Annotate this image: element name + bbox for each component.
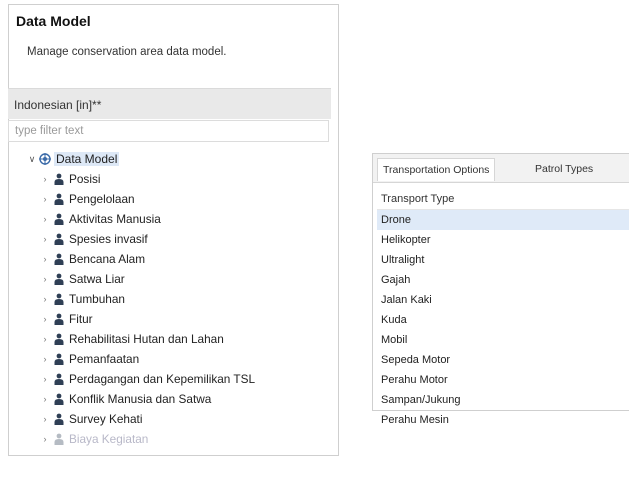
person-icon	[54, 333, 64, 345]
person-icon	[54, 273, 64, 285]
chevron-right-icon[interactable]: ›	[40, 254, 50, 264]
tree-item[interactable]: › Posisi	[40, 169, 327, 189]
table-row[interactable]: Kuda	[377, 310, 629, 330]
person-icon	[54, 313, 64, 325]
chevron-right-icon[interactable]: ›	[40, 234, 50, 244]
page-description: Manage conservation area data model.	[27, 46, 227, 58]
person-icon	[54, 213, 64, 225]
tree-item[interactable]: › Konflik Manusia dan Satwa	[40, 389, 327, 409]
table-row[interactable]: Jalan Kaki	[377, 290, 629, 310]
language-bar[interactable]: Indonesian [in]**	[8, 88, 331, 119]
tree-item[interactable]: › Bencana Alam	[40, 249, 327, 269]
tree-item-label: Konflik Manusia dan Satwa	[69, 392, 212, 406]
tree-item-label: Tumbuhan	[69, 292, 125, 306]
chevron-right-icon[interactable]: ›	[40, 354, 50, 364]
tree-item-label: Bencana Alam	[69, 252, 146, 266]
data-model-tree: ∨ Data Model › Posisi › Pengelolaan › Aktivit…	[27, 149, 327, 449]
language-label: Indonesian [in]**	[14, 98, 102, 112]
tree-item[interactable]: › Rehabilitasi Hutan dan Lahan	[40, 329, 327, 349]
person-icon	[54, 193, 64, 205]
tree-item-label: Posisi	[69, 172, 101, 186]
tree-item-label: Aktivitas Manusia	[69, 212, 161, 226]
tree-item[interactable]: › Tumbuhan	[40, 289, 327, 309]
table-row[interactable]: Perahu Motor	[377, 370, 629, 390]
tree-item[interactable]: › Pengelolaan	[40, 189, 327, 209]
tree-item[interactable]: › Pemanfaatan	[40, 349, 327, 369]
table-row[interactable]: Gajah	[377, 270, 629, 290]
column-header-transport-type[interactable]: Transport Type	[377, 190, 629, 210]
tree-item[interactable]: › Spesies invasif	[40, 229, 327, 249]
chevron-down-icon[interactable]: ∨	[27, 154, 37, 165]
table-row[interactable]: Perahu Mesin	[377, 410, 629, 430]
person-icon	[54, 173, 64, 185]
tree-item[interactable]: › Biaya Kegiatan	[40, 429, 327, 449]
tree-item-label: Perdagangan dan Kepemilikan TSL	[69, 372, 256, 386]
tree-item[interactable]: › Satwa Liar	[40, 269, 327, 289]
page-title: Data Model	[16, 13, 91, 29]
person-icon	[54, 353, 64, 365]
tree-item[interactable]: › Fitur	[40, 309, 327, 329]
filter-input[interactable]	[8, 120, 329, 142]
tab-transportation-options[interactable]: Transportation Options	[377, 158, 496, 181]
chevron-right-icon[interactable]: ›	[40, 394, 50, 404]
tree-children: › Posisi › Pengelolaan › Aktivitas Manusia › Sp…	[40, 169, 327, 449]
chevron-right-icon[interactable]: ›	[40, 374, 50, 384]
chevron-right-icon[interactable]: ›	[40, 294, 50, 304]
chevron-right-icon[interactable]: ›	[40, 214, 50, 224]
table-row[interactable]: Sepeda Motor	[377, 350, 629, 370]
person-icon	[54, 373, 64, 385]
table-row[interactable]: Mobil	[377, 330, 629, 350]
table-row[interactable]: Drone	[377, 210, 629, 230]
person-icon	[54, 293, 64, 305]
person-icon	[54, 413, 64, 425]
person-icon	[54, 233, 64, 245]
chevron-right-icon[interactable]: ›	[40, 434, 50, 444]
tree-item[interactable]: › Perdagangan dan Kepemilikan TSL	[40, 369, 327, 389]
person-icon	[54, 393, 64, 405]
chevron-right-icon[interactable]: ›	[40, 274, 50, 284]
tree-item-label: Pemanfaatan	[69, 352, 140, 366]
tab-patrol-types[interactable]: Patrol Types	[530, 158, 598, 180]
chevron-right-icon[interactable]: ›	[40, 314, 50, 324]
data-model-header: Data Model Manage conservation area data…	[9, 5, 338, 85]
tree-item[interactable]: › Aktivitas Manusia	[40, 209, 327, 229]
tree-item-label: Spesies invasif	[69, 232, 148, 246]
tree-root-label: Data Model	[54, 152, 120, 166]
table-row[interactable]: Helikopter	[377, 230, 629, 250]
tree-item-label: Rehabilitasi Hutan dan Lahan	[69, 332, 224, 346]
transport-rows: Drone Helikopter Ultralight Gajah Jalan Kaki…	[377, 210, 629, 430]
table-row[interactable]: Sampan/Jukung	[377, 390, 629, 410]
person-icon	[54, 433, 64, 445]
chevron-right-icon[interactable]: ›	[40, 174, 50, 184]
tree-item-label: Fitur	[69, 312, 93, 326]
tree-item[interactable]: › Survey Kehati	[40, 409, 327, 429]
tree-root[interactable]: ∨ Data Model	[27, 149, 327, 169]
table-row[interactable]: Ultralight	[377, 250, 629, 270]
tree-item-label: Survey Kehati	[69, 412, 143, 426]
tab-bar: Transportation Options Patrol Types	[373, 154, 629, 183]
tree-item-label: Pengelolaan	[69, 192, 135, 206]
tree-item-label: Satwa Liar	[69, 272, 125, 286]
chevron-right-icon[interactable]: ›	[40, 414, 50, 424]
data-model-icon	[39, 153, 51, 165]
chevron-right-icon[interactable]: ›	[40, 194, 50, 204]
transport-table: Transport Type Drone Helikopter Ultralight…	[377, 190, 629, 430]
person-icon	[54, 253, 64, 265]
chevron-right-icon[interactable]: ›	[40, 334, 50, 344]
tree-item-label: Biaya Kegiatan	[69, 432, 149, 446]
transport-panel: Transportation Options Patrol Types Tran…	[372, 153, 629, 426]
